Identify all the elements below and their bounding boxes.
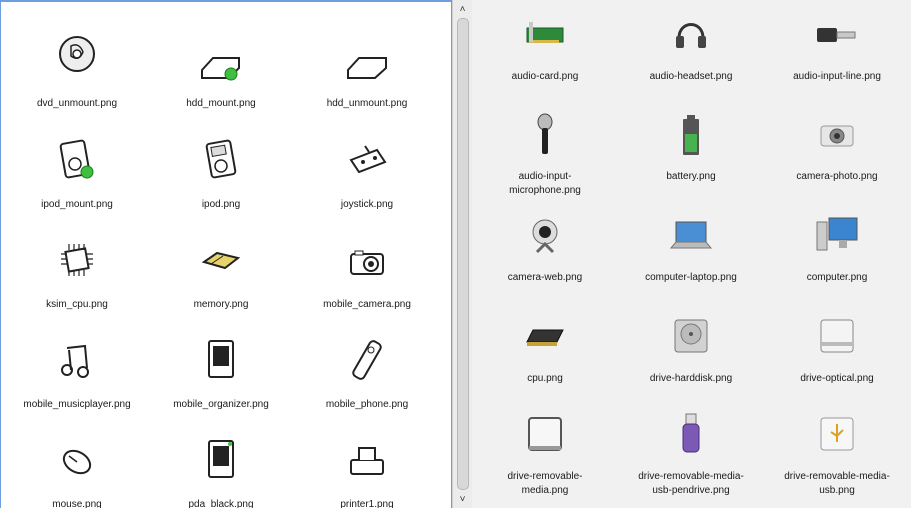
- file-item[interactable]: drive-removable-media- usb-pendrive.png: [618, 400, 764, 508]
- ksim-cpu-icon: [57, 240, 97, 280]
- audio-headset-icon: [671, 14, 711, 54]
- file-label-line2: media.png: [521, 485, 569, 496]
- file-item[interactable]: audio-headset.png: [618, 0, 764, 100]
- drive-optical-icon: [817, 316, 857, 356]
- file-item[interactable]: audio-card.png: [472, 0, 618, 100]
- joystick-icon: [347, 142, 387, 178]
- drive-usb-icon: [817, 414, 857, 454]
- file-item[interactable]: cpu.png: [472, 300, 618, 400]
- file-label: camera-photo.png: [796, 171, 878, 182]
- file-item[interactable]: mouse.png: [1, 402, 153, 508]
- file-label: cpu.png: [527, 373, 563, 384]
- hdd-unmount-icon: [345, 54, 389, 82]
- file-label: mouse.png: [52, 499, 102, 508]
- file-item[interactable]: mobile_camera.png: [291, 202, 443, 312]
- pda-black-icon: [204, 438, 238, 482]
- memory-icon: [201, 248, 241, 274]
- file-item[interactable]: dvd_unmount.png: [1, 2, 153, 112]
- file-label: computer-laptop.png: [645, 272, 737, 283]
- scroll-thumb[interactable]: [457, 18, 469, 490]
- audio-input-line-icon: [815, 22, 859, 48]
- file-item[interactable]: drive-removable- media.png: [472, 400, 618, 508]
- file-item[interactable]: ipod.png: [145, 102, 297, 212]
- file-item[interactable]: hdd_mount.png: [145, 2, 297, 112]
- file-item[interactable]: joystick.png: [291, 102, 443, 212]
- drive-removable-icon: [525, 414, 565, 454]
- dvd-unmount-icon: [57, 34, 97, 74]
- file-item[interactable]: audio-input- microphone.png: [472, 100, 618, 200]
- ipod-mount-icon: [57, 138, 97, 182]
- file-item[interactable]: mobile_phone.png: [291, 302, 443, 412]
- file-label: drive-harddisk.png: [649, 373, 733, 384]
- file-label: audio-input-line.png: [793, 71, 881, 82]
- battery-icon: [681, 114, 701, 156]
- file-item[interactable]: memory.png: [145, 202, 297, 312]
- file-label: battery.png: [666, 171, 716, 182]
- file-label: drive-removable-media-: [784, 471, 890, 482]
- right-icon-view[interactable]: audio-card.png audio-headset.png audio-i…: [472, 0, 911, 508]
- scroll-down-button[interactable]: ˅: [453, 492, 472, 506]
- cpu-icon: [523, 322, 567, 352]
- mobile-organizer-icon: [204, 338, 238, 382]
- file-item[interactable]: camera-web.png: [472, 200, 618, 300]
- file-label: computer.png: [806, 272, 868, 283]
- ipod-icon: [203, 138, 239, 182]
- mobile-musicplayer-icon: [57, 342, 97, 382]
- file-label-line2: microphone.png: [509, 185, 581, 196]
- file-item[interactable]: drive-optical.png: [764, 300, 910, 400]
- file-item[interactable]: drive-removable-media- usb.png: [764, 400, 910, 508]
- microphone-icon: [530, 112, 560, 156]
- laptop-icon: [668, 218, 714, 254]
- file-label: audio-card.png: [511, 71, 579, 82]
- scroll-up-button[interactable]: ˄: [453, 2, 472, 16]
- camera-photo-icon: [817, 120, 857, 150]
- file-item[interactable]: audio-input-line.png: [764, 0, 910, 100]
- file-item[interactable]: printer1.png: [291, 402, 443, 508]
- file-item[interactable]: ksim_cpu.png: [1, 202, 153, 312]
- file-item[interactable]: computer-laptop.png: [618, 200, 764, 300]
- file-item[interactable]: computer.png: [764, 200, 910, 300]
- audio-card-icon: [523, 18, 567, 52]
- harddisk-icon: [671, 316, 711, 356]
- file-item[interactable]: drive-harddisk.png: [618, 300, 764, 400]
- printer-icon: [347, 444, 387, 480]
- file-label: camera-web.png: [507, 272, 583, 283]
- file-label: pda_black.png: [188, 499, 254, 508]
- file-label: drive-removable-: [507, 471, 583, 482]
- left-icon-view[interactable]: dvd_unmount.png hdd_mount.png hdd_unmoun…: [0, 0, 452, 508]
- camera-web-icon: [525, 216, 565, 256]
- file-item[interactable]: battery.png: [618, 100, 764, 200]
- file-item[interactable]: ipod_mount.png: [1, 102, 153, 212]
- file-item[interactable]: pda_black.png: [145, 402, 297, 508]
- vertical-scrollbar[interactable]: ˄ ˅: [452, 0, 472, 508]
- file-label: printer1.png: [340, 499, 394, 508]
- mouse-icon: [57, 444, 97, 480]
- hdd-mount-icon: [199, 52, 243, 82]
- file-label-line2: usb.png: [819, 485, 855, 496]
- file-label-line2: usb-pendrive.png: [652, 485, 730, 496]
- usb-pendrive-icon: [678, 412, 704, 456]
- file-label: audio-headset.png: [649, 71, 733, 82]
- file-item[interactable]: camera-photo.png: [764, 100, 910, 200]
- file-label: drive-optical.png: [800, 373, 874, 384]
- mobile-phone-icon: [347, 338, 387, 382]
- file-item[interactable]: mobile_musicplayer.png: [1, 302, 153, 412]
- file-label: drive-removable-media-: [638, 471, 744, 482]
- computer-icon: [815, 214, 859, 254]
- file-label: audio-input-: [518, 171, 572, 182]
- file-item[interactable]: mobile_organizer.png: [145, 302, 297, 412]
- file-item[interactable]: hdd_unmount.png: [291, 2, 443, 112]
- mobile-camera-icon: [347, 246, 387, 278]
